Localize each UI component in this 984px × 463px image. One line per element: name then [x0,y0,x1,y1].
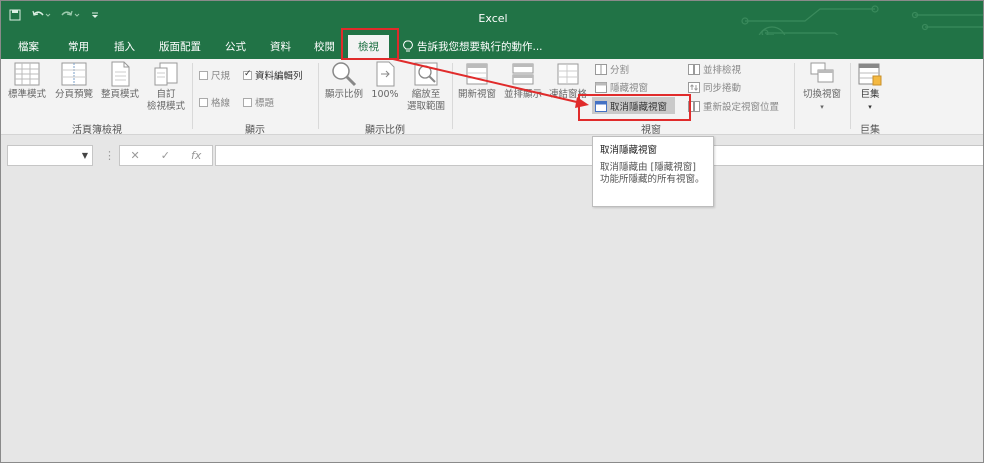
macros-group-label: 巨集 [860,125,880,136]
zoom-selection-icon [414,62,438,86]
group-divider [794,63,795,129]
ruler-checkbox[interactable]: 尺規 [199,68,230,82]
split-button[interactable]: 分割 [595,62,629,76]
chevron-down-icon[interactable]: ▼ [82,151,88,160]
magnifier-icon [332,62,357,87]
custom-views-icon [154,62,178,86]
page-layout-button[interactable]: 整頁模式 [98,61,142,101]
switch-windows-button[interactable]: 切換視窗 ▾ [799,61,845,113]
window-group-label: 視窗 [641,125,661,136]
tab-page-layout[interactable]: 版面配置 [159,39,201,54]
custom-views-button[interactable]: 自訂 檢視模式 [144,61,188,113]
gridlines-checkbox[interactable]: 格線 [199,95,230,109]
hide-window-icon [595,81,607,93]
lightbulb-icon [403,40,413,52]
page-layout-icon [111,61,130,87]
cancel-icon[interactable]: ✕ [131,149,140,162]
side-by-side-icon [688,63,700,75]
tab-data[interactable]: 資料 [270,39,291,54]
group-divider [452,63,453,129]
group-divider [192,63,193,129]
zoom-100-icon [376,61,395,87]
macros-icon [858,63,882,86]
formula-bar-check-icon [243,69,252,80]
reset-window-position-button[interactable]: 重新設定視窗位置 [688,99,779,113]
sync-scroll-icon [688,81,700,93]
hide-window-button[interactable]: 隱藏視窗 [595,80,648,94]
tab-home[interactable]: 常用 [68,39,89,54]
more-options-icon[interactable]: ⋮ [104,149,115,162]
title-bar: Excel [1,1,983,56]
normal-view-button[interactable]: 標準模式 [7,61,47,101]
view-side-by-side-button[interactable]: 並排檢視 [688,62,741,76]
excel-window: Excel 檔案 常用 插入 版面配置 公式 資料 校閱 檢視 告訴我您想要執行… [0,0,984,463]
tab-file[interactable]: 檔案 [18,39,39,54]
arrange-all-button[interactable]: 並排顯示 [501,61,545,101]
tell-me-text: 告訴我您想要執行的動作... [417,41,543,53]
unhide-tooltip: 取消隱藏視窗 取消隱藏由 [隱藏視窗] 功能所隱藏的所有視窗。 [592,136,714,207]
tab-insert[interactable]: 插入 [114,39,135,54]
zoom-100-button[interactable]: 100% [369,61,401,101]
group-divider [318,63,319,129]
zoom-button[interactable]: 顯示比例 [321,61,367,101]
formula-bar: ▼ ⋮ ✕ ✓ fx [1,135,983,175]
zoom-to-selection-button[interactable]: 縮放至 選取範圍 [404,61,448,113]
tab-review[interactable]: 校閱 [314,39,335,54]
tooltip-body: 取消隱藏由 [隱藏視窗] 功能所隱藏的所有視窗。 [600,162,705,185]
formula-buttons: ✕ ✓ fx [119,145,213,166]
name-box[interactable]: ▼ [7,145,93,166]
tell-me-box[interactable]: 告訴我您想要執行的動作... [403,39,543,54]
chevron-down-icon: ▾ [820,103,824,111]
tooltip-title: 取消隱藏視窗 [600,145,658,156]
formula-bar-checkbox[interactable]: 資料編輯列 [243,68,303,82]
ribbon-tabs: 檔案 常用 插入 版面配置 公式 資料 校閱 檢視 告訴我您想要執行的動作... [1,35,983,59]
unhide-button-highlight [578,94,691,121]
workbook-views-group-label: 活頁簿檢視 [72,125,122,136]
macros-button[interactable]: 巨集 ▾ [853,61,887,113]
freeze-panes-icon [557,63,579,85]
sync-scroll-button[interactable]: 同步捲動 [688,80,741,94]
enter-icon[interactable]: ✓ [161,149,170,162]
headings-checkbox[interactable]: 標題 [243,95,274,109]
show-group-label: 顯示 [245,125,265,136]
zoom-group-label: 顯示比例 [365,125,405,136]
group-divider [850,63,851,129]
tab-formulas[interactable]: 公式 [225,39,246,54]
ribbon: 標準模式 分頁預覽 整頁模式 自訂 檢視模式 活頁簿檢視 尺規 資料編輯列 格線 [1,59,983,136]
switch-windows-icon [810,62,834,83]
normal-view-icon [14,62,40,86]
arrange-all-icon [512,63,534,85]
new-window-button[interactable]: 開新視窗 [455,61,499,101]
split-icon [595,63,607,75]
page-break-preview-icon [61,62,87,86]
gridlines-check-icon [199,97,208,107]
headings-check-icon [243,97,252,107]
page-break-preview-button[interactable]: 分頁預覽 [52,61,96,101]
ruler-check-icon [199,70,208,80]
view-tab-highlight [341,28,399,60]
insert-function-icon[interactable]: fx [191,149,201,162]
new-window-icon [466,63,488,85]
chevron-down-icon: ▾ [868,103,872,111]
